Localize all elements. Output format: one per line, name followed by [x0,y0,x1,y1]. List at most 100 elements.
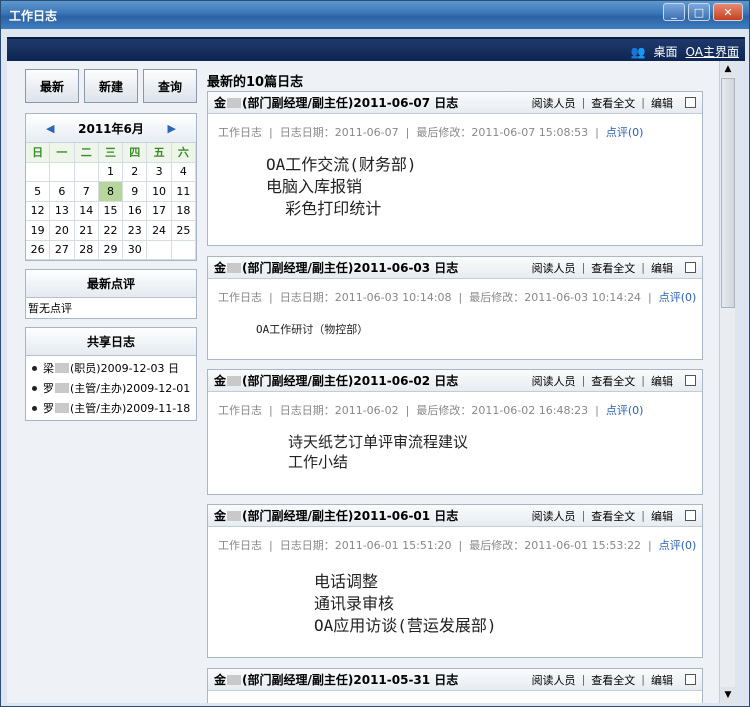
comment-link[interactable]: 点评(0) [606,404,644,417]
redacted-name [227,375,242,386]
edit-link[interactable]: 编辑 [651,508,673,524]
calendar-day[interactable]: 29 [98,240,124,260]
close-button[interactable]: ✕ [713,3,743,21]
log-date: 日志日期：2011-06-03 10:14:08 [279,291,452,304]
calendar-day[interactable]: 11 [171,182,196,202]
calendar-day[interactable]: 1 [98,162,124,182]
comment-link[interactable]: 点评(0) [606,126,644,139]
query-button[interactable]: 查询 [143,69,197,103]
calendar-day[interactable]: 7 [74,182,99,202]
calendar-day[interactable]: 22 [98,221,124,241]
view-full-link[interactable]: 查看全文 [591,373,635,389]
redacted-name [227,674,242,685]
log-title[interactable]: (部门副经理/副主任)2011-06-02 日志 [242,372,458,389]
calendar-day[interactable]: 27 [50,240,75,260]
latest-comments-empty: 暂无点评 [28,302,72,315]
oa-main-link[interactable]: OA主界面 [686,43,739,60]
view-full-link[interactable]: 查看全文 [591,260,635,276]
calendar-day[interactable]: 20 [50,221,75,241]
log-title[interactable]: (部门副经理/副主任)2011-06-01 日志 [242,507,458,524]
scroll-up-icon[interactable]: ▲ [720,61,735,77]
select-checkbox[interactable] [685,97,696,108]
new-button[interactable]: 新建 [84,69,138,103]
latest-button[interactable]: 最新 [25,69,79,103]
bullet-icon [32,405,37,411]
readers-link[interactable]: 阅读人员 [532,672,576,688]
edit-link[interactable]: 编辑 [651,260,673,276]
calendar-day[interactable]: 6 [50,182,75,202]
select-checkbox[interactable] [685,510,696,521]
log-title[interactable]: (部门副经理/副主任)2011-06-07 日志 [242,94,458,111]
calendar-day[interactable]: 23 [123,221,148,241]
readers-link[interactable]: 阅读人员 [532,373,576,389]
scroll-down-icon[interactable]: ▼ [720,687,735,703]
weekday-header: 四 [123,143,148,163]
calendar-day[interactable]: 8 [98,182,124,202]
calendar-day[interactable]: 17 [147,201,172,221]
prev-month-icon[interactable]: ◀ [46,122,54,135]
desktop-link[interactable]: 桌面 [654,43,678,60]
calendar-day[interactable]: 10 [147,182,172,202]
calendar-day[interactable]: 16 [123,201,148,221]
log-modified: 最后修改：2011-06-01 15:53:22 [469,539,642,552]
comment-link[interactable]: 点评(0) [659,291,697,304]
calendar-day[interactable]: 28 [74,240,99,260]
calendar-day[interactable]: 13 [50,201,75,221]
log-body: 诗天纸艺订单评审流程建议 工作小结 [288,432,468,472]
vertical-scrollbar[interactable]: ▲ ▼ [719,61,735,703]
content-area: 最新 新建 查询 ◀ 2011年6月 ▶ 日一二三四五六 1 2 3 4 5 6 7 8 9 10 1… [7,61,735,703]
view-full-link[interactable]: 查看全文 [591,672,635,688]
calendar-day[interactable]: 2 [123,162,148,182]
edit-link[interactable]: 编辑 [651,373,673,389]
readers-link[interactable]: 阅读人员 [532,95,576,111]
shared-author: 罗 [43,402,54,415]
log-line: OA应用访谈(营运发展部) [314,616,497,635]
shared-log-item[interactable]: 罗 (主管/主办)2009-12-01 [28,378,194,398]
redacted-name [55,383,69,393]
calendar-day[interactable]: 9 [123,182,148,202]
calendar-day[interactable]: 12 [26,201,51,221]
calendar-empty-cell [50,162,75,182]
log-type: 工作日志 [218,539,262,552]
edit-link[interactable]: 编辑 [651,95,673,111]
select-checkbox[interactable] [685,262,696,273]
calendar-day[interactable]: 19 [26,221,51,241]
calendar-day[interactable]: 21 [74,221,99,241]
maximize-button[interactable]: □ [688,3,710,21]
select-checkbox[interactable] [685,674,696,685]
log-title[interactable]: (部门副经理/副主任)2011-06-03 日志 [242,259,458,276]
calendar-day[interactable]: 25 [171,221,196,241]
readers-link[interactable]: 阅读人员 [532,260,576,276]
redacted-name [227,510,242,521]
weekday-header: 五 [147,143,172,163]
calendar-month: 2011年6月 [78,121,144,136]
comment-link[interactable]: 点评(0) [659,539,697,552]
edit-link[interactable]: 编辑 [651,672,673,688]
calendar-day[interactable]: 5 [26,182,51,202]
calendar-day[interactable]: 4 [171,162,196,182]
view-full-link[interactable]: 查看全文 [591,508,635,524]
log-entry-header: 金 (部门副经理/副主任)2011-06-03 日志 阅读人员 | 查看全文 | 编辑 [208,257,702,279]
calendar-day[interactable]: 14 [74,201,99,221]
calendar-day[interactable]: 26 [26,240,51,260]
log-meta: 工作日志 | 日志日期：2011-06-07 | 最后修改：2011-06-07… [218,126,644,139]
calendar-day[interactable]: 18 [171,201,196,221]
log-body: 电话调整 通讯录审核 OA应用访谈(营运发展部) [314,571,497,637]
shared-log-item[interactable]: 罗 (主管/主办)2009-11-18 [28,398,194,418]
log-date: 日志日期：2011-06-01 15:51:20 [279,539,452,552]
minimize-button[interactable]: _ [663,3,685,21]
view-full-link[interactable]: 查看全文 [591,95,635,111]
select-checkbox[interactable] [685,375,696,386]
calendar-day[interactable]: 15 [98,201,124,221]
readers-link[interactable]: 阅读人员 [532,508,576,524]
calendar-day[interactable]: 30 [123,240,148,260]
shared-log-item[interactable]: 梁 (职员)2009-12-03 日 [28,358,194,378]
shared-role-date: (职员)2009-12-03 日 [70,362,180,375]
log-title[interactable]: (部门副经理/副主任)2011-05-31 日志 [242,671,458,688]
next-month-icon[interactable]: ▶ [168,122,176,135]
log-modified: 最后修改：2011-06-02 16:48:23 [416,404,589,417]
calendar-day[interactable]: 3 [147,162,172,182]
scroll-thumb[interactable] [721,78,735,308]
calendar-empty-cell [74,162,99,182]
calendar-day[interactable]: 24 [147,221,172,241]
